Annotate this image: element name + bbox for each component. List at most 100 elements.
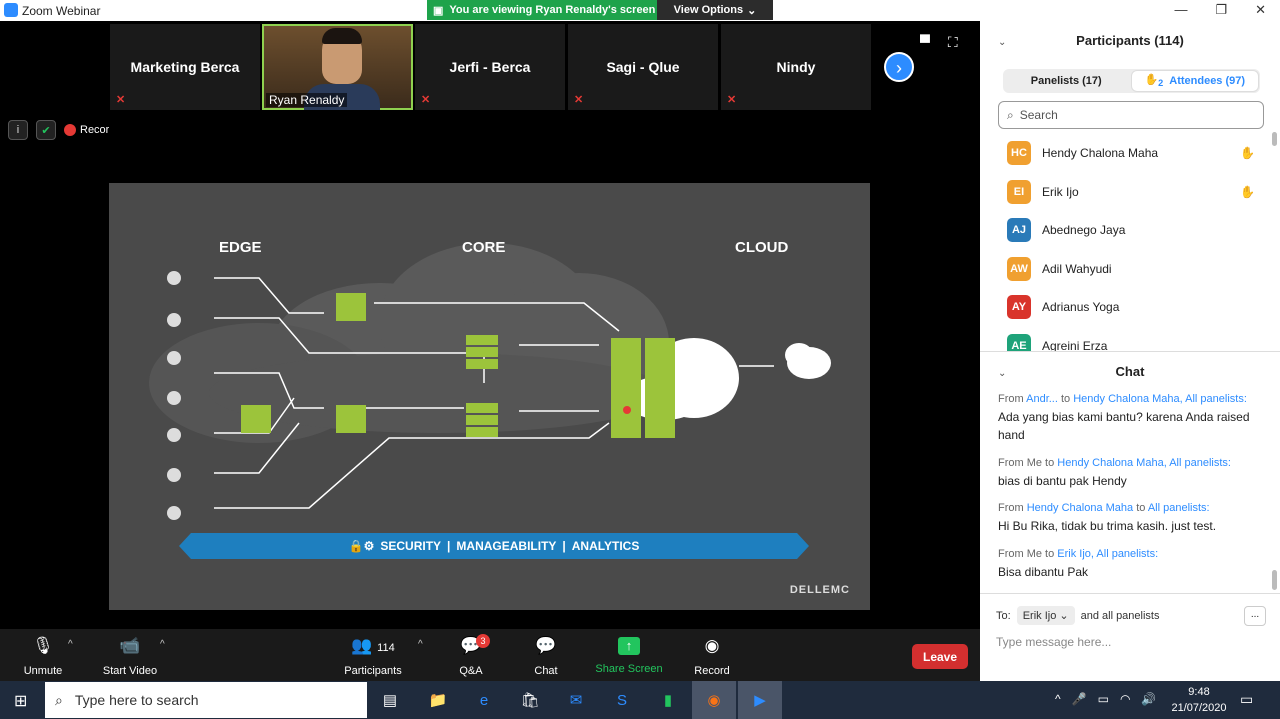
viewing-indicator: ▣ You are viewing Ryan Renaldy's screen: [427, 0, 657, 20]
share-screen-icon: ▣: [433, 4, 444, 17]
info-icon[interactable]: i: [8, 120, 28, 140]
core-heading: CORE: [462, 239, 506, 256]
muted-mic-icon: ✕: [116, 94, 126, 106]
store-icon[interactable]: 🛍: [508, 681, 552, 719]
chevron-down-icon: ⌄: [747, 4, 757, 17]
task-view-icon[interactable]: ▤: [368, 681, 412, 719]
qa-badge: 3: [476, 634, 490, 648]
participant-tile[interactable]: Sagi - Qlue ✕: [568, 24, 718, 110]
participant-name: Agreini Erza: [1042, 338, 1108, 352]
viewing-text: You are viewing Ryan Renaldy's screen: [449, 4, 656, 16]
system-tray: ^ 🎤 ▭ ◠ 🔊: [1055, 692, 1156, 706]
window-title: Zoom Webinar: [22, 4, 101, 18]
chat-message-meta: From Hendy Chalona Maha to All panelists…: [998, 502, 1210, 514]
windows-start-icon[interactable]: ⊞: [14, 691, 27, 711]
chat-message: From Andr... to Hendy Chalona Maha, All …: [998, 390, 1270, 444]
chat-message: From Me to Erik Ijo, All panelists: Bisa…: [998, 545, 1270, 581]
view-controls: ▀ ⛶: [920, 34, 958, 51]
muted-mic-icon: ✕: [421, 94, 431, 106]
participant-tile-video[interactable]: Ryan Renaldy: [262, 24, 413, 110]
file-explorer-icon[interactable]: 📁: [416, 681, 460, 719]
lock-gear-chart-icon: 🔒⚙: [348, 539, 375, 553]
share-banner: ▣ You are viewing Ryan Renaldy's screen …: [427, 0, 773, 20]
tile-name: Ryan Renaldy: [266, 93, 348, 107]
shared-slide: EDGE CORE CLOUD 🔒⚙ SECURITY | MANAGEABIL…: [109, 112, 870, 632]
share-screen-button[interactable]: ↑ Share Screen: [589, 635, 669, 675]
chat-message-text: Ada yang bias kami bantu? karena Anda ra…: [998, 410, 1250, 442]
zoom-logo-icon: [4, 3, 18, 17]
participant-list: HC Hendy Chalona Maha ✋ EI Erik Ijo ✋ AJ Abedne…: [980, 0, 1280, 351]
wifi-icon[interactable]: ◠: [1120, 692, 1130, 706]
windows-taskbar: ⊞ ⌕ Type here to search ▤ 📁 e 🛍 ✉ S ▮ ◉ …: [0, 681, 1280, 719]
chat-message-text: bias di bantu pak Hendy: [998, 474, 1127, 488]
participant-name: Erik Ijo: [1042, 184, 1079, 199]
edge-browser-icon[interactable]: e: [462, 681, 506, 719]
participant-row[interactable]: AE Agreini Erza: [980, 327, 1270, 352]
record-dot-icon: [64, 124, 76, 137]
video-options-caret[interactable]: ^: [160, 639, 165, 650]
app-icon[interactable]: ▮: [646, 681, 690, 719]
volume-icon[interactable]: 🔊: [1141, 692, 1156, 706]
avatar: EI: [1007, 179, 1031, 204]
video-off-icon: 📹: [119, 636, 141, 655]
clock[interactable]: 9:48 21/07/2020: [1164, 684, 1234, 716]
tile-name: Jerfi - Berca: [449, 59, 531, 75]
chat-message-input[interactable]: Type message here...: [996, 635, 1111, 649]
dell-emc-logo: DELLEMC: [789, 584, 850, 596]
participants-button[interactable]: 👥 114 Participants: [333, 635, 413, 677]
muted-mic-icon: ✕: [574, 94, 584, 106]
recipient-select[interactable]: Erik Ijo ⌄: [1016, 606, 1075, 625]
chat-message-meta: From Andr... to Hendy Chalona Maha, All …: [998, 393, 1247, 405]
battery-icon[interactable]: ▭: [1098, 692, 1109, 706]
chat-button[interactable]: 💬 Chat: [506, 635, 586, 677]
participants-icon: 👥 114: [351, 636, 395, 655]
shield-icon[interactable]: ✔: [36, 120, 56, 140]
microphone-icon[interactable]: 🎤: [1072, 692, 1087, 706]
skype-icon[interactable]: S: [600, 681, 644, 719]
participant-tile[interactable]: Nindy ✕: [721, 24, 871, 110]
taskbar-search-input[interactable]: ⌕ Type here to search: [45, 682, 367, 718]
chat-message-text: Hi Bu Rika, tidak bu trima kasih. just t…: [998, 519, 1217, 533]
divider: [980, 593, 1280, 594]
notification-icon[interactable]: ▭: [1240, 691, 1253, 708]
participant-row[interactable]: AY Adrianus Yoga: [980, 288, 1270, 326]
avatar: AE: [1007, 333, 1031, 351]
participant-name: Abednego Jaya: [1042, 223, 1126, 237]
divider: [980, 351, 1280, 352]
chat-recipient: To: Erik Ijo ⌄ and all panelists: [996, 606, 1159, 625]
participant-tile[interactable]: Marketing Berca ✕: [110, 24, 260, 110]
chat-scrollbar[interactable]: [1272, 570, 1277, 590]
participants-scrollbar[interactable]: [1272, 132, 1277, 146]
zoom-taskbar-icon[interactable]: ▶: [738, 681, 782, 719]
raised-hand-icon[interactable]: ✋: [1240, 146, 1255, 160]
fullscreen-icon[interactable]: ⛶: [948, 34, 958, 50]
participant-row[interactable]: AJ Abednego Jaya: [980, 211, 1270, 249]
outlook-icon[interactable]: ✉: [554, 681, 598, 719]
avatar: AY: [1007, 295, 1031, 319]
next-page-button[interactable]: ›: [884, 52, 914, 82]
gallery-view-icon[interactable]: ▀: [920, 34, 930, 50]
audio-options-caret[interactable]: ^: [68, 639, 73, 650]
slide-body: EDGE CORE CLOUD 🔒⚙ SECURITY | MANAGEABIL…: [109, 183, 870, 610]
participants-caret[interactable]: ^: [418, 639, 423, 650]
show-hidden-icons-icon[interactable]: ^: [1055, 692, 1061, 706]
participant-row[interactable]: EI Erik Ijo ✋: [980, 173, 1270, 211]
chat-message-text: Bisa dibantu Pak: [998, 565, 1089, 579]
participant-tile[interactable]: Jerfi - Berca ✕: [415, 24, 565, 110]
start-video-button[interactable]: 📹 Start Video: [90, 635, 170, 677]
leave-button[interactable]: Leave: [912, 644, 968, 669]
chat-message-meta: From Me to Hendy Chalona Maha, All panel…: [998, 457, 1231, 469]
tile-name: Nindy: [776, 59, 816, 75]
tile-name: Marketing Berca: [130, 59, 240, 75]
raised-hand-icon[interactable]: ✋: [1240, 185, 1255, 199]
qa-button[interactable]: 💬 3 Q&A: [431, 634, 511, 677]
pillars-banner: 🔒⚙ SECURITY | MANAGEABILITY | ANALYTICS: [179, 533, 809, 559]
view-options-button[interactable]: View Options ⌄: [657, 0, 773, 20]
record-button[interactable]: ◉ Record: [672, 635, 752, 677]
chat-more-button[interactable]: ...: [1244, 606, 1266, 626]
video-person-hair: [322, 28, 362, 44]
participant-row[interactable]: AW Adil Wahyudi: [980, 250, 1270, 288]
participant-row[interactable]: HC Hendy Chalona Maha ✋: [980, 134, 1270, 172]
chat-message: From Me to Hendy Chalona Maha, All panel…: [998, 454, 1270, 490]
firefox-icon[interactable]: ◉: [692, 681, 736, 719]
